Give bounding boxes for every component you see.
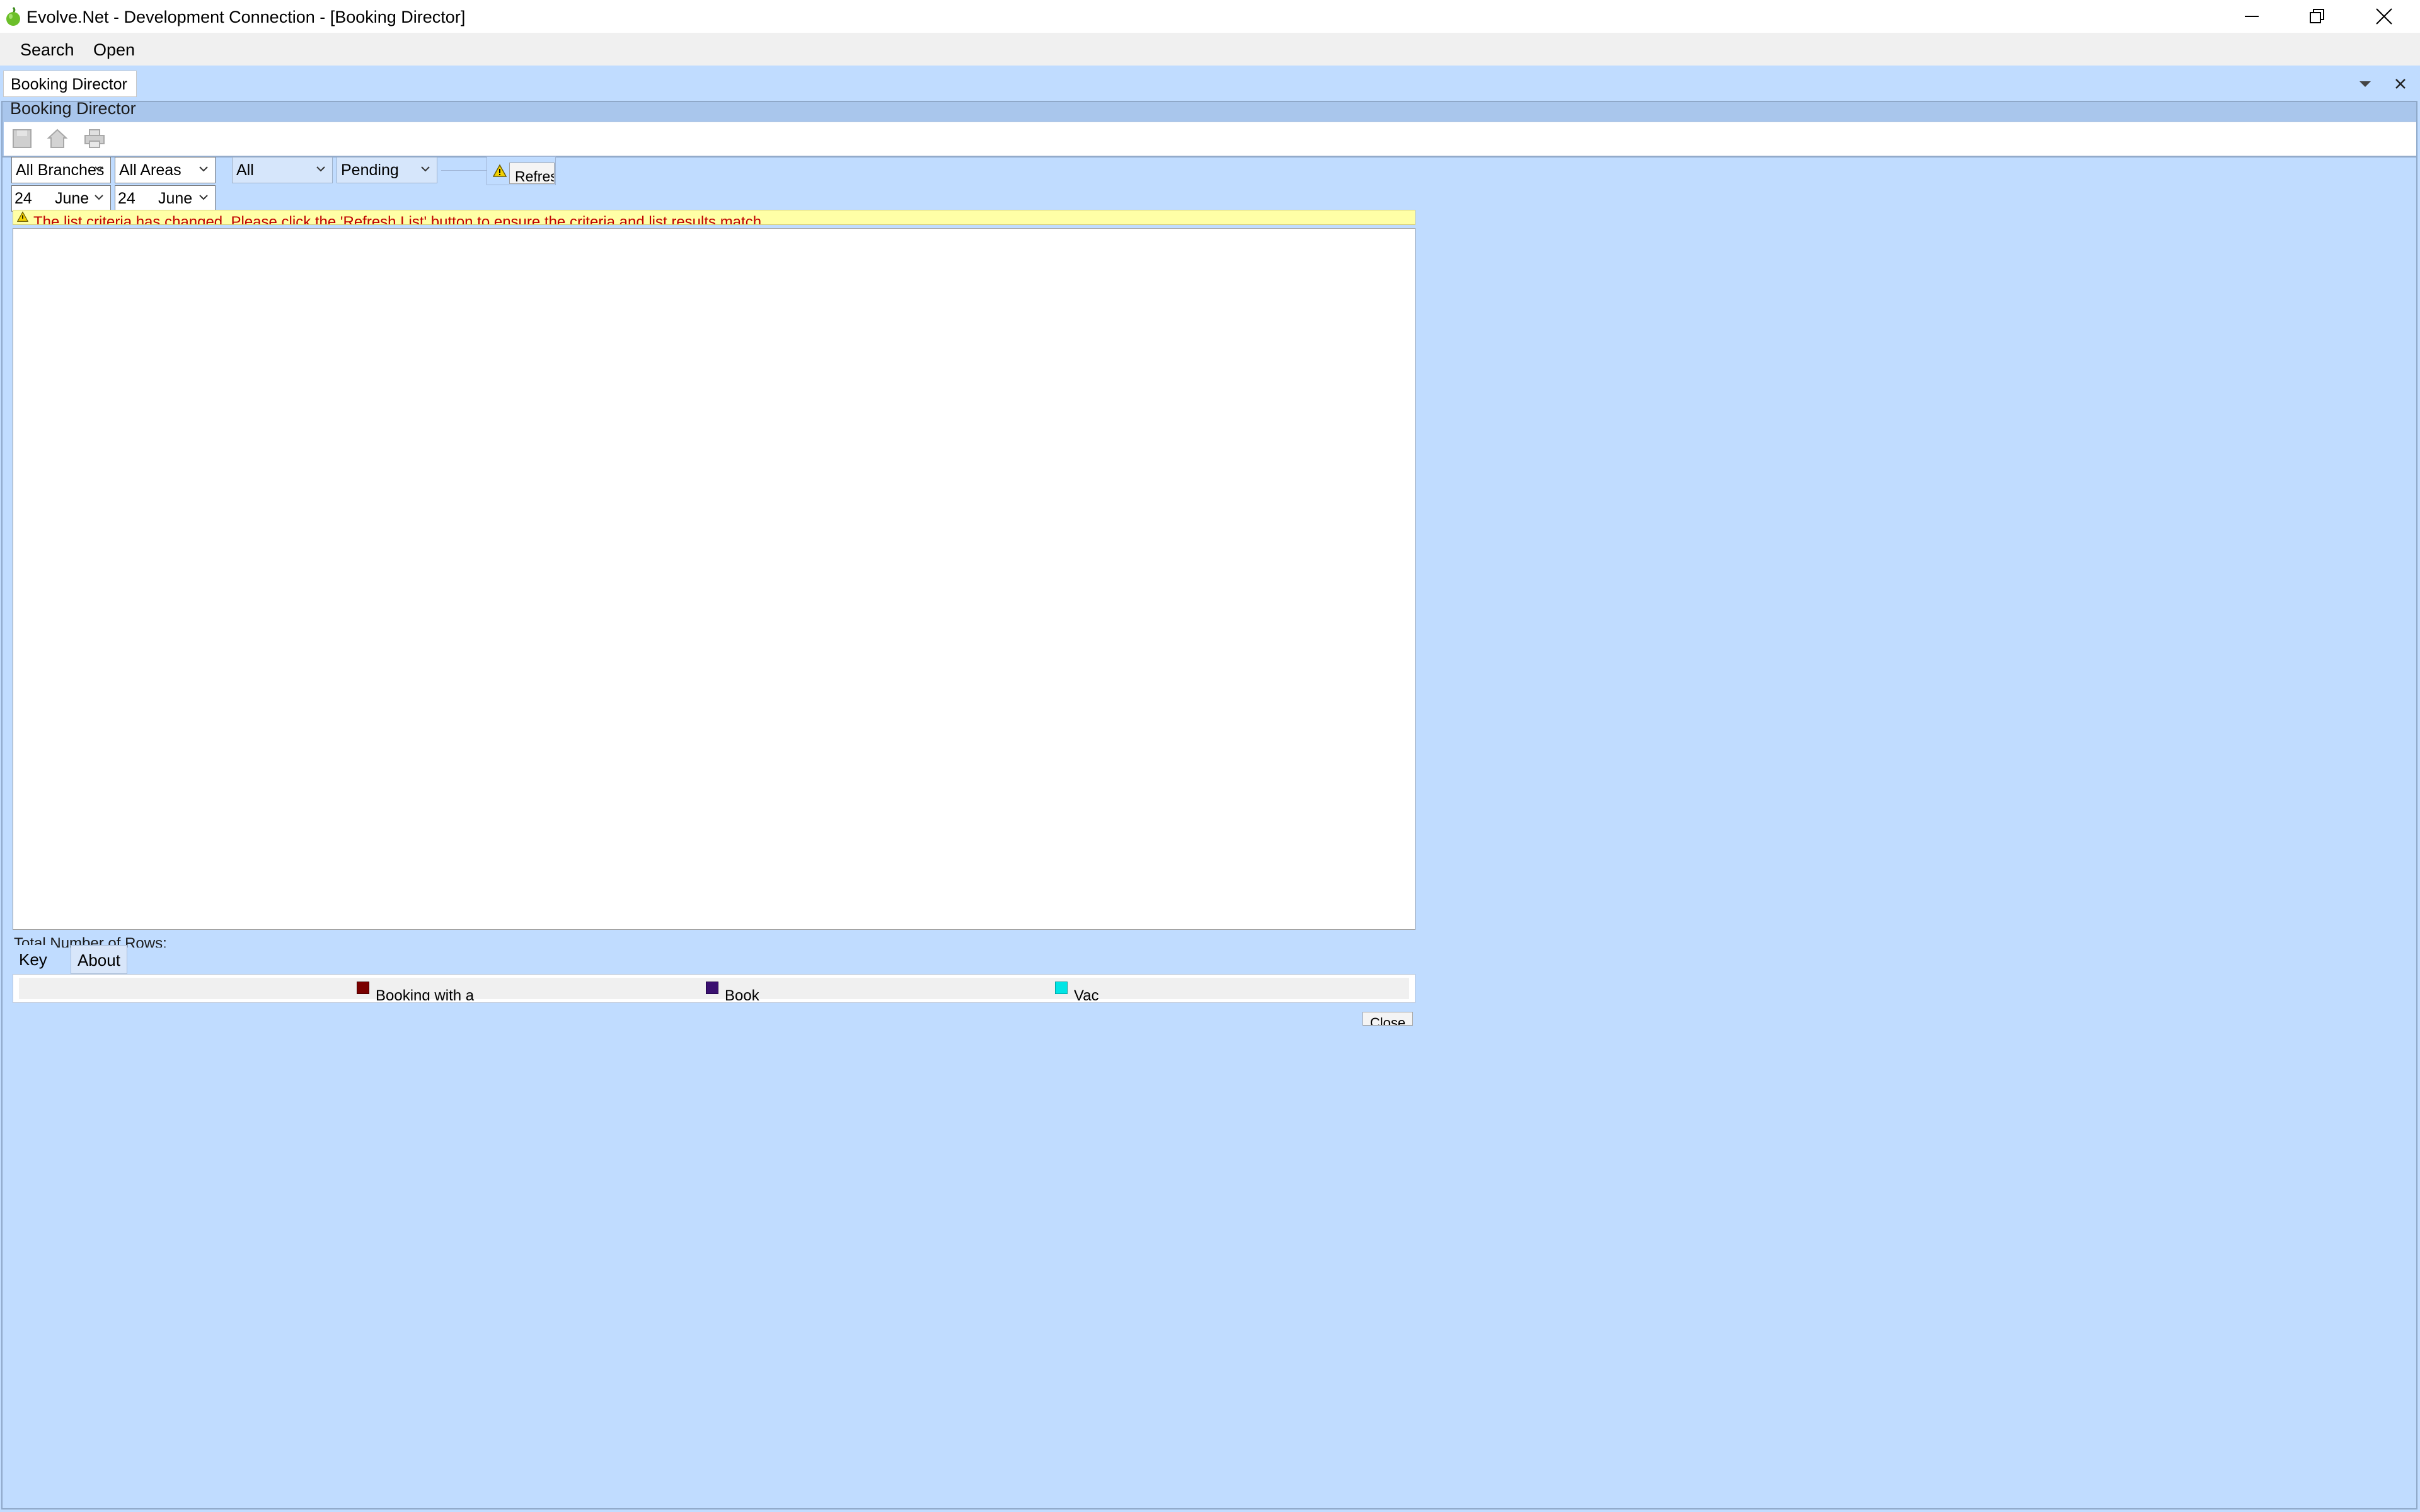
branch-select[interactable]: All Branches bbox=[11, 157, 111, 183]
close-tab-button[interactable] bbox=[2391, 74, 2410, 93]
chevron-down-icon bbox=[421, 166, 430, 172]
close-icon bbox=[2395, 79, 2406, 89]
legend-label-vac: Vac bbox=[1074, 987, 1099, 1000]
criteria-changed-warning: The list criteria has changed. Please cl… bbox=[13, 210, 1415, 225]
restore-icon bbox=[2310, 9, 2324, 23]
tab-list-dropdown-button[interactable] bbox=[2356, 74, 2375, 93]
chevron-down-icon bbox=[199, 195, 208, 200]
branch-select-value: All Branches bbox=[16, 161, 105, 179]
legend-swatch-vac bbox=[1055, 982, 1068, 994]
close-window-button[interactable] bbox=[2349, 0, 2419, 33]
area-select-value: All Areas bbox=[119, 161, 182, 179]
refresh-list-button[interactable]: Refresh List bbox=[509, 163, 555, 184]
legend-swatch-booking bbox=[357, 982, 369, 994]
menu-bar bbox=[0, 33, 2420, 66]
warning-text: The list criteria has changed. Please cl… bbox=[33, 214, 766, 225]
home-button[interactable] bbox=[47, 128, 68, 149]
close-button[interactable]: Close bbox=[1363, 1012, 1413, 1026]
tab-about[interactable]: About bbox=[71, 945, 127, 974]
menu-search[interactable]: Search bbox=[20, 33, 74, 66]
date-from-month: June bbox=[55, 190, 89, 207]
status-select-value: Pending bbox=[341, 161, 399, 179]
close-icon bbox=[2376, 8, 2392, 25]
date-from-day: 24 bbox=[14, 190, 32, 207]
chevron-down-icon bbox=[316, 166, 325, 172]
menu-open[interactable]: Open bbox=[93, 33, 135, 66]
restore-button[interactable] bbox=[2283, 0, 2352, 33]
area-select[interactable]: All Areas bbox=[115, 157, 216, 183]
save-button[interactable] bbox=[11, 128, 33, 149]
minimize-icon bbox=[2245, 16, 2259, 17]
toolbar bbox=[4, 122, 2416, 156]
chevron-down-icon bbox=[95, 195, 103, 200]
legend-label-booking: Booking with a bbox=[376, 987, 475, 1000]
print-icon bbox=[84, 129, 105, 148]
type-select-value: All bbox=[236, 161, 254, 179]
divider bbox=[441, 170, 487, 171]
app-logo-icon bbox=[5, 6, 21, 26]
status-select[interactable]: Pending bbox=[337, 157, 437, 183]
type-select[interactable]: All bbox=[232, 157, 333, 183]
tab-key[interactable]: Key bbox=[13, 945, 54, 974]
date-to-day: 24 bbox=[118, 190, 135, 207]
home-icon bbox=[47, 129, 68, 148]
minimize-button[interactable] bbox=[2217, 0, 2286, 33]
print-button[interactable] bbox=[83, 128, 106, 149]
results-list[interactable] bbox=[13, 228, 1415, 930]
chevron-down-icon bbox=[95, 166, 103, 172]
warning-icon bbox=[492, 164, 507, 178]
date-to-month: June bbox=[158, 190, 193, 207]
legend-swatch-book bbox=[706, 982, 718, 994]
panel-title: Booking Director bbox=[10, 99, 136, 118]
date-to-picker[interactable]: 24 June bbox=[115, 185, 216, 212]
save-icon bbox=[13, 129, 32, 148]
date-from-picker[interactable]: 24 June bbox=[11, 185, 111, 212]
window-title: Evolve.Net - Development Connection - [B… bbox=[26, 8, 466, 26]
chevron-down-icon bbox=[2360, 81, 2371, 87]
warning-icon bbox=[17, 211, 28, 222]
legend-label-book: Book bbox=[725, 987, 759, 1000]
chevron-down-icon bbox=[199, 166, 208, 172]
document-tab-booking-director[interactable]: Booking Director bbox=[3, 71, 137, 97]
